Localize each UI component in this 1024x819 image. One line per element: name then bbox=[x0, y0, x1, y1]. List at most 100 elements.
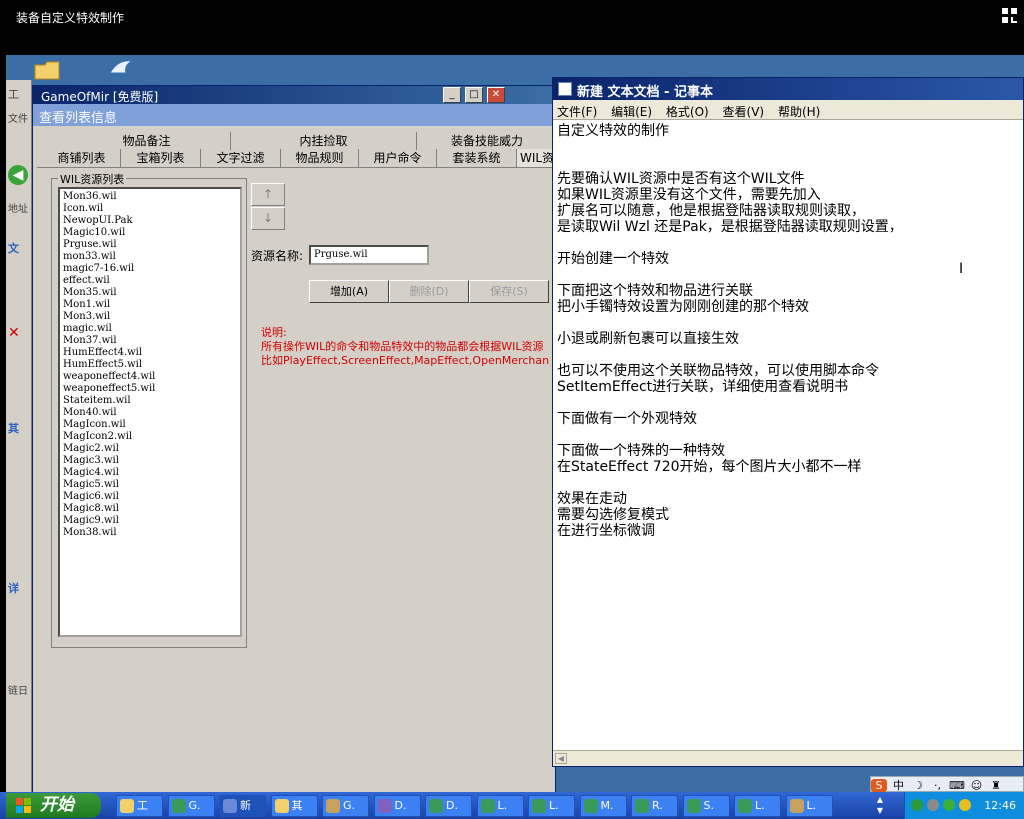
list-item[interactable]: Magic2.wil bbox=[63, 443, 237, 455]
save-button[interactable]: 保存(S) bbox=[469, 280, 549, 303]
dialog-title: 查看列表信息 bbox=[33, 104, 555, 126]
list-item[interactable]: Mon40.wil bbox=[63, 407, 237, 419]
ime-mode-label[interactable]: 中 bbox=[891, 777, 907, 792]
taskbar-app-button[interactable]: 新 bbox=[219, 795, 266, 817]
list-item[interactable]: weaponeffect5.wil bbox=[63, 383, 237, 395]
tab-item-notes[interactable]: 物品备注 bbox=[63, 132, 231, 150]
list-item[interactable]: Mon38.wil bbox=[63, 527, 237, 539]
taskbar-app-button[interactable]: S. bbox=[682, 795, 730, 817]
clock[interactable]: 12:46 bbox=[984, 799, 1016, 812]
taskbar-app-button[interactable]: L. bbox=[528, 795, 575, 817]
text-line bbox=[557, 267, 1023, 283]
list-item[interactable]: HumEffect5.wil bbox=[63, 359, 237, 371]
tray-security-icon[interactable] bbox=[927, 799, 939, 811]
back-arrow-icon[interactable]: ◀ bbox=[8, 165, 28, 185]
taskbar-app-button[interactable]: L. bbox=[476, 795, 524, 817]
taskbar-app-button[interactable]: 其 bbox=[270, 795, 318, 817]
list-item[interactable]: magic7-16.wil bbox=[63, 263, 237, 275]
list-item[interactable]: HumEffect4.wil bbox=[63, 347, 237, 359]
list-item[interactable]: magic.wil bbox=[63, 323, 237, 335]
taskbar-app-button[interactable]: L. bbox=[734, 795, 781, 817]
taskbar-app-button[interactable]: 工 bbox=[116, 795, 163, 817]
taskbar-app-button[interactable]: L. bbox=[785, 795, 833, 817]
taskbar-app-button[interactable]: M. bbox=[579, 795, 627, 817]
notepad-titlebar[interactable]: 新建 文本文档 - 记事本 bbox=[553, 78, 1023, 100]
tab-chest-list[interactable]: 宝箱列表 bbox=[121, 149, 201, 167]
resource-name-input[interactable]: Prguse.wil bbox=[309, 245, 429, 265]
list-item[interactable]: Mon1.wil bbox=[63, 299, 237, 311]
tab-pickup[interactable]: 内挂捡取 bbox=[231, 132, 417, 150]
menu-edit[interactable]: 编辑(E) bbox=[611, 105, 652, 119]
wil-resource-list[interactable]: Mon36.wil Icon.wil NewopUI.Pak Magic10.wil P… bbox=[58, 187, 242, 637]
tab-shop-list[interactable]: 商铺列表 bbox=[43, 149, 121, 167]
desktop-bird-icon[interactable] bbox=[106, 55, 140, 83]
notepad-icon bbox=[558, 82, 572, 96]
list-item[interactable]: Magic10.wil bbox=[63, 227, 237, 239]
taskbar-scroll-icon[interactable]: ▲ ▼ bbox=[874, 794, 886, 817]
list-item[interactable]: Magic5.wil bbox=[63, 479, 237, 491]
menu-format[interactable]: 格式(O) bbox=[666, 105, 709, 119]
list-item[interactable]: mon33.wil bbox=[63, 251, 237, 263]
list-item[interactable]: Mon36.wil bbox=[63, 191, 237, 203]
tab-suit-system[interactable]: 套装系统 bbox=[437, 149, 517, 167]
list-item[interactable]: Magic6.wil bbox=[63, 491, 237, 503]
tab-skill-power[interactable]: 装备技能威力 bbox=[417, 132, 557, 150]
list-item[interactable]: Prguse.wil bbox=[63, 239, 237, 251]
tab-text-filter[interactable]: 文字过滤 bbox=[201, 149, 281, 167]
notepad-text-area[interactable]: 自定义特效的制作 先要确认WIL资源中是否有这个WIL文件 如果WIL资源里没有这个… bbox=[557, 123, 1023, 743]
punctuation-icon[interactable]: ·, bbox=[930, 779, 946, 792]
list-item[interactable]: MagIcon.wil bbox=[63, 419, 237, 431]
menu-file[interactable]: 文件(F) bbox=[557, 105, 597, 119]
ime-toolbar[interactable]: S 中 ☽ ·, ⌨ ☺ ♜ ✎ bbox=[870, 776, 1024, 792]
user-icon[interactable]: ☺ bbox=[969, 779, 985, 792]
note-text: 说明: 所有操作WIL的命令和物品特效中的物品都会根据WIL资源 比如PlayE… bbox=[261, 326, 557, 368]
app-icon bbox=[635, 799, 649, 813]
tab-user-commands[interactable]: 用户命令 bbox=[359, 149, 437, 167]
tray-shield-icon[interactable] bbox=[943, 799, 955, 811]
grid-menu-icon[interactable] bbox=[1002, 8, 1018, 24]
list-item[interactable]: Magic8.wil bbox=[63, 503, 237, 515]
list-item[interactable]: Mon3.wil bbox=[63, 311, 237, 323]
tray-app-icon[interactable] bbox=[959, 799, 971, 811]
taskbar-app-button[interactable]: G. bbox=[167, 795, 215, 817]
menu-view[interactable]: 查看(V) bbox=[723, 105, 765, 119]
menu-help[interactable]: 帮助(H) bbox=[778, 105, 820, 119]
moon-icon[interactable]: ☽ bbox=[910, 779, 926, 792]
shirt-icon[interactable]: ♜ bbox=[988, 779, 1004, 792]
taskbar-app-button[interactable]: R. bbox=[631, 795, 678, 817]
explorer-label: 链日 bbox=[8, 686, 28, 697]
list-item[interactable]: Stateitem.wil bbox=[63, 395, 237, 407]
app-icon bbox=[532, 799, 546, 813]
scroll-left-icon[interactable]: ◀ bbox=[555, 753, 567, 764]
list-item[interactable]: NewopUI.Pak bbox=[63, 215, 237, 227]
horizontal-scrollbar[interactable]: ◀ bbox=[553, 750, 1023, 766]
keyboard-icon[interactable]: ⌨ bbox=[949, 779, 965, 792]
list-item[interactable]: effect.wil bbox=[63, 275, 237, 287]
list-item[interactable]: Magic3.wil bbox=[63, 455, 237, 467]
list-item[interactable]: Icon.wil bbox=[63, 203, 237, 215]
list-item[interactable]: Mon35.wil bbox=[63, 287, 237, 299]
maximize-button[interactable]: □ bbox=[465, 87, 483, 103]
delete-button[interactable]: 删除(D) bbox=[389, 280, 469, 303]
list-item[interactable]: Magic4.wil bbox=[63, 467, 237, 479]
minimize-button[interactable]: _ bbox=[443, 87, 461, 103]
add-button[interactable]: 增加(A) bbox=[309, 280, 389, 303]
taskbar-app-button[interactable]: G. bbox=[322, 795, 369, 817]
tab-item-rules[interactable]: 物品规则 bbox=[281, 149, 359, 167]
tray-network-icon[interactable] bbox=[911, 799, 923, 811]
close-button[interactable]: ✕ bbox=[487, 87, 505, 103]
list-item[interactable]: MagIcon2.wil bbox=[63, 431, 237, 443]
sogou-icon[interactable]: S bbox=[871, 779, 887, 792]
taskbar-app-button[interactable]: D. bbox=[425, 795, 472, 817]
move-up-button[interactable]: ↑ bbox=[251, 183, 285, 206]
list-item[interactable]: weaponeffect4.wil bbox=[63, 371, 237, 383]
list-item[interactable]: Mon37.wil bbox=[63, 335, 237, 347]
start-button[interactable]: 开始 bbox=[6, 793, 101, 818]
desktop-folder-icon[interactable] bbox=[32, 57, 66, 85]
gom-titlebar[interactable]: GameOfMir [免费版] _ □ ✕ bbox=[33, 86, 555, 104]
list-item[interactable]: Magic9.wil bbox=[63, 515, 237, 527]
text-cursor-icon: I bbox=[959, 261, 964, 277]
tab-wil-resources[interactable]: WIL资 bbox=[517, 149, 557, 167]
taskbar-app-button[interactable]: D. bbox=[373, 795, 421, 817]
move-down-button[interactable]: ↓ bbox=[251, 207, 285, 230]
